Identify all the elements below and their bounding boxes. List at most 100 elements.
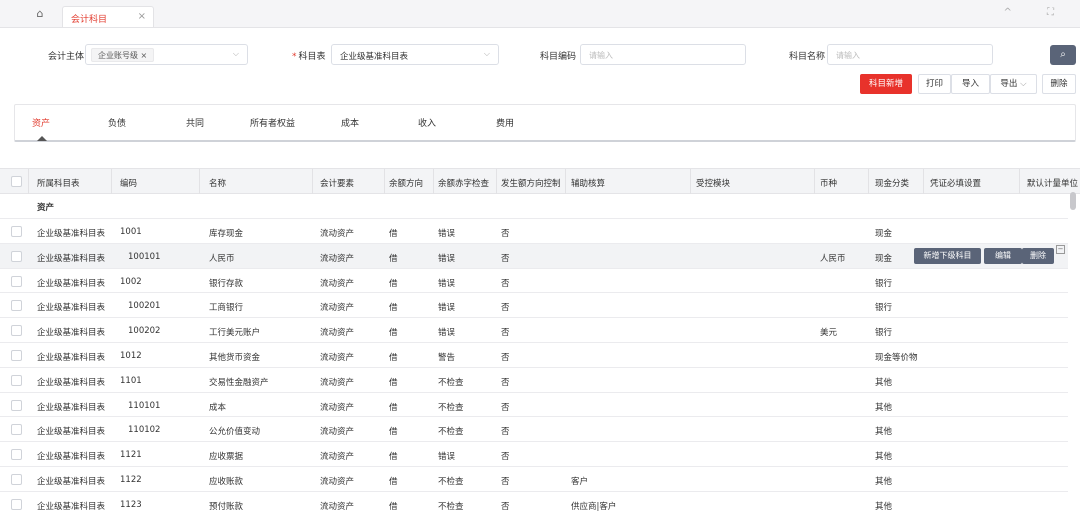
row-checkbox[interactable]: [11, 498, 22, 510]
row-checkbox[interactable]: [11, 275, 22, 287]
col-direction[interactable]: 余额方向: [389, 177, 423, 189]
column-divider[interactable]: [199, 169, 200, 194]
cell-cash-class: 银行: [875, 328, 893, 339]
col-auxiliary[interactable]: 辅助核算: [571, 177, 605, 189]
cell-element: 流动资产: [320, 377, 355, 388]
row-checkbox[interactable]: [11, 250, 22, 262]
column-divider[interactable]: [1019, 169, 1020, 194]
cell-table: 企业级基准科目表: [37, 477, 106, 487]
col-amount-control[interactable]: 发生额方向控制: [501, 177, 561, 189]
column-divider[interactable]: [28, 169, 29, 194]
cell-code: 1123: [120, 499, 142, 510]
row-delete-button[interactable]: 删除: [1022, 247, 1054, 264]
edit-button[interactable]: 编辑: [984, 247, 1022, 264]
row-checkbox[interactable]: [11, 325, 22, 337]
tab-equity[interactable]: 所有者权益: [250, 116, 295, 129]
col-name[interactable]: 名称: [209, 177, 226, 189]
col-table[interactable]: 所属科目表: [37, 177, 80, 189]
table-row[interactable]: 企业级基准科目表 1101 交易性金融资产 流动资产 借 不检查 否 其他: [0, 366, 1068, 392]
column-divider[interactable]: [814, 169, 815, 194]
search-button[interactable]: ⌕: [1050, 45, 1076, 65]
name-input[interactable]: 请输入: [827, 44, 993, 65]
cell-direction: 借: [389, 253, 398, 264]
tab-expense[interactable]: 费用: [496, 116, 514, 129]
cell-element: 流动资产: [320, 402, 355, 413]
cell-amount-control: 否: [501, 353, 510, 363]
row-checkbox[interactable]: [11, 449, 22, 461]
row-checkbox[interactable]: [11, 424, 22, 436]
table-row[interactable]: 企业级基准科目表 1002 银行存款 流动资产 借 错误 否 银行: [0, 267, 1068, 293]
table-row[interactable]: 企业级基准科目表 110102 公允价值变动 流动资产 借 不检查 否 其他: [0, 416, 1068, 441]
search-icon: ⌕: [1060, 49, 1066, 60]
cell-auxiliary: 供应商|客户: [571, 501, 617, 512]
column-divider[interactable]: [496, 169, 497, 194]
delete-button[interactable]: 删除: [1042, 74, 1076, 94]
chevron-down-icon: ⌵: [232, 49, 239, 58]
table-row[interactable]: 企业级基准科目表 1012 其他货币资金 流动资产 借 警告 否 现金等价物: [0, 342, 1068, 367]
cell-name: 其他货币资金: [209, 353, 261, 363]
row-checkbox[interactable]: [11, 226, 22, 237]
add-child-subject-button[interactable]: 新增下级科目: [914, 247, 981, 264]
cell-element: 流动资产: [320, 229, 355, 239]
table-row[interactable]: 企业级基准科目表 1001 库存现金 流动资产 借 错误 否 现金: [0, 218, 1068, 243]
select-all-checkbox[interactable]: [11, 176, 22, 187]
print-button[interactable]: 打印: [918, 74, 951, 94]
table-row[interactable]: 企业级基准科目表 1122 应收账款 流动资产 借 不检查 否 客户 其他: [0, 466, 1068, 491]
entity-tag[interactable]: 企业账号级 ×: [91, 48, 155, 62]
col-code[interactable]: 编码: [120, 177, 137, 189]
cell-amount-control: 否: [501, 278, 510, 289]
entity-select[interactable]: 企业账号级 × ⌵: [85, 44, 248, 65]
table-row[interactable]: 企业级基准科目表 1121 应收票据 流动资产 借 错误 否 其他: [0, 441, 1068, 466]
table-scrollbar[interactable]: [1070, 192, 1076, 210]
column-divider[interactable]: [111, 169, 112, 194]
code-input[interactable]: 请输入: [580, 44, 746, 65]
export-button[interactable]: 导出 ⌵: [990, 74, 1037, 94]
close-icon[interactable]: ×: [138, 11, 146, 22]
cell-direction: 借: [389, 353, 398, 363]
column-divider[interactable]: [923, 169, 924, 194]
cell-direction: 借: [389, 501, 398, 512]
column-divider[interactable]: [690, 169, 691, 194]
col-element[interactable]: 会计要素: [320, 177, 354, 189]
row-checkbox[interactable]: [11, 374, 22, 386]
table-row[interactable]: 企业级基准科目表 100201 工商银行 流动资产 借 错误 否 银行: [0, 292, 1068, 317]
tab-asset[interactable]: 资产: [32, 116, 50, 129]
tab-common[interactable]: 共同: [186, 116, 204, 129]
row-checkbox[interactable]: [11, 350, 22, 361]
col-currency[interactable]: 币种: [820, 177, 837, 189]
col-deficit-check[interactable]: 余额赤字检查: [438, 177, 489, 189]
home-icon[interactable]: ⌂: [34, 8, 46, 20]
cell-code: 100201: [128, 301, 161, 312]
cell-cash-class: 银行: [875, 303, 893, 314]
collapse-icon[interactable]: −: [1056, 244, 1065, 254]
row-checkbox[interactable]: [11, 399, 22, 411]
table-row[interactable]: 企业级基准科目表 1123 预付账款 流动资产 借 不检查 否 供应商|客户 其他: [0, 490, 1068, 516]
row-checkbox[interactable]: [11, 300, 22, 312]
col-cash-class[interactable]: 现金分类: [875, 177, 909, 189]
tab-income[interactable]: 收入: [418, 116, 436, 129]
table-row[interactable]: 企业级基准科目表 100202 工行美元账户 流动资产 借 错误 否 美元 银行: [0, 317, 1068, 342]
column-divider[interactable]: [384, 169, 385, 194]
cell-cash-class: 现金等价物: [875, 353, 918, 363]
column-divider[interactable]: [433, 169, 434, 194]
cell-element: 流动资产: [320, 427, 355, 438]
cell-name: 成本: [209, 402, 227, 413]
cell-code: 110101: [128, 400, 161, 411]
cell-element: 流动资产: [320, 477, 355, 487]
column-divider[interactable]: [868, 169, 869, 194]
row-checkbox[interactable]: [11, 474, 22, 485]
col-default-unit[interactable]: 默认计量单位: [1027, 177, 1078, 189]
tab-cost[interactable]: 成本: [341, 116, 359, 129]
import-button[interactable]: 导入: [951, 74, 990, 94]
tab-liability[interactable]: 负债: [108, 116, 126, 129]
column-divider[interactable]: [565, 169, 566, 194]
col-voucher-required[interactable]: 凭证必填设置: [930, 177, 981, 189]
add-subject-button[interactable]: 科目新增: [860, 74, 912, 94]
table-row[interactable]: 企业级基准科目表 100101 人民币 流动资产 借 错误 否 人民币 现金 新增下级科目 编辑 删除…: [0, 242, 1068, 268]
tab-accounting-subjects[interactable]: 会计科目 ×: [62, 6, 154, 27]
column-divider[interactable]: [312, 169, 313, 194]
table-row[interactable]: 企业级基准科目表 110101 成本 流动资产 借 不检查 否 其他: [0, 391, 1068, 417]
col-controlled-module[interactable]: 受控模块: [696, 177, 730, 189]
window-controls[interactable]: ^ ⛶: [1003, 7, 1070, 18]
chart-select[interactable]: 企业级基准科目表 ⌵: [331, 44, 499, 65]
